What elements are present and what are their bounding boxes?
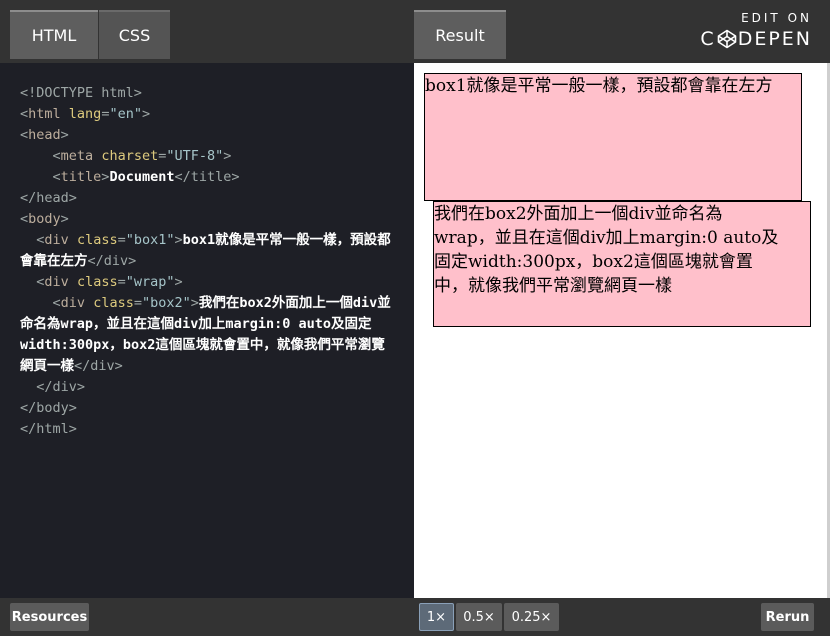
code-line-wrap-open: <div class="wrap"> (36, 274, 183, 290)
tab-result[interactable]: Result (414, 10, 506, 59)
code-line-meta: <meta charset="UTF-8"> (52, 148, 232, 164)
edit-on-label: EDIT ON (741, 11, 812, 25)
code-line-html-open: <html lang="en"> (20, 106, 151, 122)
box1: box1就像是平常一般一樣，預設都會靠在左方 (424, 73, 802, 201)
codepen-logo-c: C (700, 28, 716, 50)
box2: 我們在box2外面加上一個div並命名為wrap，並且在這個div加上margi… (433, 201, 811, 327)
top-bar: HTML CSS Result EDIT ON C DEPEN (0, 0, 830, 63)
code-line-box1: <div class="box1">box1就像是平常一般一樣，預設都會靠在左方… (20, 232, 391, 269)
zoom-0-5x-button[interactable]: 0.5× (456, 603, 502, 631)
code-line-head-open: <head> (20, 127, 69, 143)
code-line-title: <title>Document</title> (52, 169, 240, 185)
edit-on-codepen-link[interactable]: EDIT ON C DEPEN (692, 11, 812, 51)
code-line-box2: <div class="box2">我們在box2外面加上一個div並命名為wr… (20, 295, 391, 374)
bottom-bar: Resources 1× 0.5× 0.25× Rerun (0, 598, 830, 636)
codepen-logo: C DEPEN (692, 27, 812, 51)
tab-css[interactable]: CSS (99, 10, 170, 59)
zoom-1x-button[interactable]: 1× (419, 603, 454, 631)
codepen-cube-icon (717, 29, 736, 49)
code-line-body-open: <body> (20, 211, 69, 227)
result-preview: box1就像是平常一般一樣，預設都會靠在左方 我們在box2外面加上一個div並… (414, 63, 830, 598)
rerun-button[interactable]: Rerun (761, 603, 814, 631)
code-line-doctype: <!DOCTYPE html> (20, 85, 142, 101)
codepen-logo-rest: DEPEN (737, 28, 812, 50)
code-line-body-close: </body> (20, 400, 77, 416)
tab-html[interactable]: HTML (10, 10, 98, 59)
zoom-0-25x-button[interactable]: 0.25× (504, 603, 559, 631)
resources-button[interactable]: Resources (10, 603, 89, 631)
code-line-wrap-close: </div> (36, 379, 86, 395)
html-code-editor[interactable]: <!DOCTYPE html> <html lang="en"> <head> … (0, 63, 414, 598)
code-line-head-close: </head> (20, 190, 77, 206)
code-line-html-close: </html> (20, 421, 77, 437)
